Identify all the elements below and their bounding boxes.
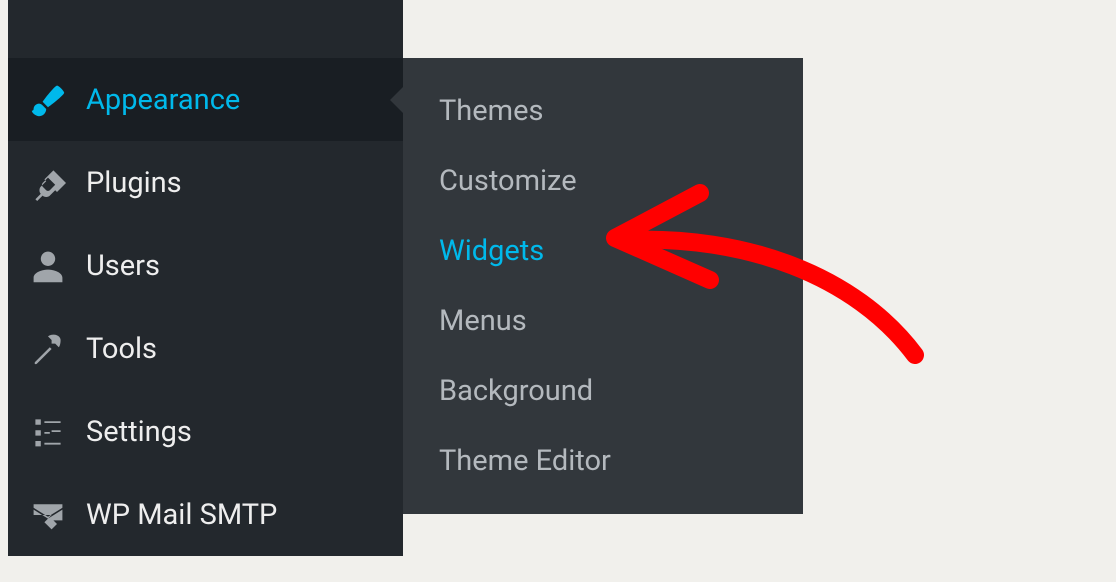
menu-item-label: Plugins [86, 166, 182, 200]
brush-icon [28, 80, 68, 120]
submenu-item-menus[interactable]: Menus [403, 286, 803, 356]
plug-icon [28, 163, 68, 203]
sidebar-spacer [8, 0, 403, 58]
menu-item-label: Tools [86, 332, 157, 366]
submenu-item-themes[interactable]: Themes [403, 76, 803, 146]
menu-item-label: WP Mail SMTP [86, 498, 277, 532]
submenu-item-label: Themes [439, 94, 543, 128]
admin-sidebar: Appearance Plugins Users Tools Settings … [8, 0, 403, 556]
submenu-item-label: Widgets [439, 234, 544, 268]
sidebar-item-wp-mail-smtp[interactable]: WP Mail SMTP [8, 473, 403, 556]
sidebar-item-settings[interactable]: Settings [8, 390, 403, 473]
sidebar-item-appearance[interactable]: Appearance [8, 58, 403, 141]
wrench-icon [28, 329, 68, 369]
submenu-item-customize[interactable]: Customize [403, 146, 803, 216]
sidebar-item-tools[interactable]: Tools [8, 307, 403, 390]
submenu-item-theme-editor[interactable]: Theme Editor [403, 426, 803, 496]
submenu-item-label: Background [439, 374, 593, 408]
submenu-item-label: Theme Editor [439, 444, 611, 478]
sidebar-item-plugins[interactable]: Plugins [8, 141, 403, 224]
submenu-item-widgets[interactable]: Widgets [403, 216, 803, 286]
submenu-item-label: Customize [439, 164, 577, 198]
appearance-submenu: Themes Customize Widgets Menus Backgroun… [403, 58, 803, 514]
sidebar-item-users[interactable]: Users [8, 224, 403, 307]
mail-arrow-icon [28, 495, 68, 535]
sliders-icon [28, 412, 68, 452]
menu-item-label: Settings [86, 415, 192, 449]
menu-item-label: Users [86, 249, 160, 283]
submenu-item-label: Menus [439, 304, 527, 338]
submenu-item-background[interactable]: Background [403, 356, 803, 426]
user-icon [28, 246, 68, 286]
menu-item-label: Appearance [86, 83, 240, 117]
